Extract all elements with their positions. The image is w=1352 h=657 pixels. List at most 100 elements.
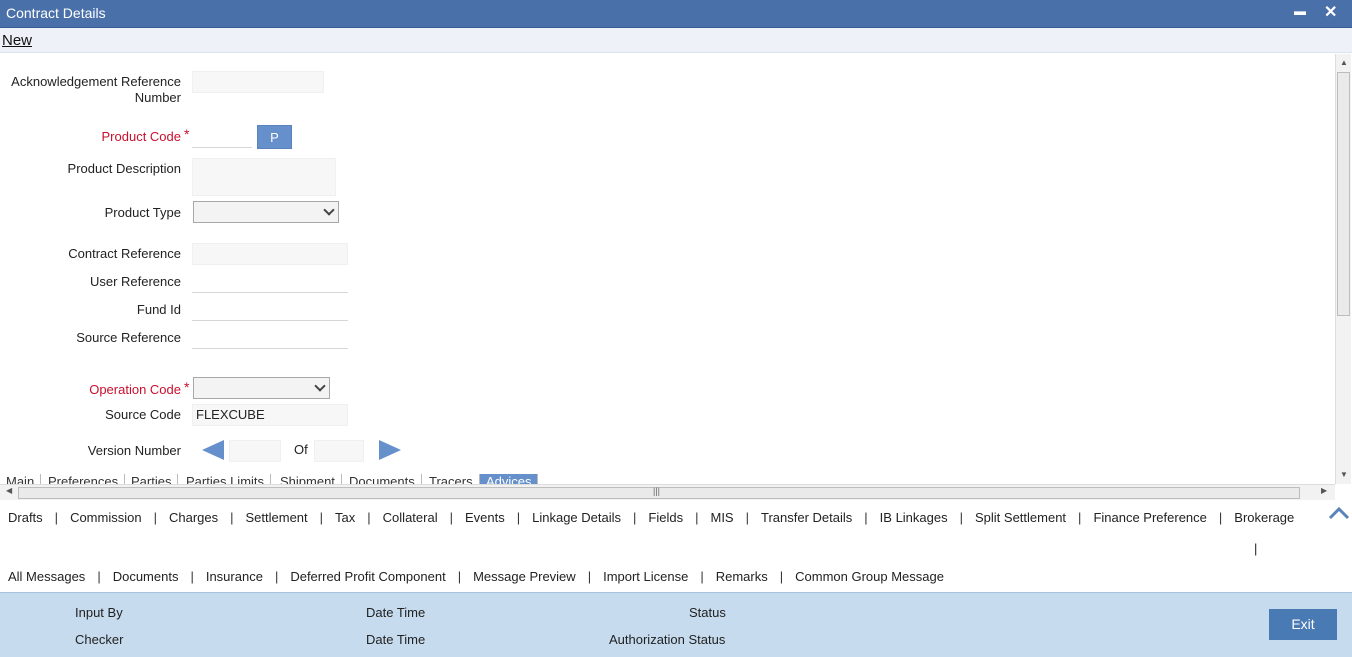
subscreen-link-brokerage[interactable]: Brokerage [1234, 510, 1294, 525]
subscreen-link-commission[interactable]: Commission [70, 510, 142, 525]
subscreen-link-events[interactable]: Events [465, 510, 505, 525]
ack-ref-label-line1: Acknowledgement Reference [11, 74, 181, 89]
window-title: Contract Details [6, 5, 106, 21]
subscreen-link-common-group-message[interactable]: Common Group Message [795, 569, 944, 584]
new-link[interactable]: New [2, 32, 32, 49]
minimize-icon[interactable]: ▬ [1294, 4, 1306, 18]
previous-version-icon[interactable] [202, 440, 224, 460]
subscreen-link-linkage-details[interactable]: Linkage Details [532, 510, 621, 525]
subscreen-link-finance-preference[interactable]: Finance Preference [1093, 510, 1206, 525]
required-marker: * [184, 379, 190, 395]
link-separator: | [457, 569, 462, 584]
exit-button[interactable]: Exit [1269, 609, 1337, 640]
ack-ref-label: Acknowledgement Reference Number [1, 74, 181, 106]
date-time-label-1: Date Time [366, 605, 426, 620]
subscreen-link-all-messages[interactable]: All Messages [8, 569, 85, 584]
link-separator: | [230, 510, 234, 525]
grip-icon: ||| [653, 486, 661, 496]
link-separator: | [367, 510, 371, 525]
subscreen-link-transfer-details[interactable]: Transfer Details [761, 510, 852, 525]
close-icon[interactable]: ✕ [1324, 2, 1337, 22]
link-separator: | [633, 510, 637, 525]
link-separator: | [319, 510, 324, 525]
link-separator: | [745, 510, 749, 525]
subscreen-link-tax[interactable]: Tax [335, 510, 355, 525]
product-type-select[interactable] [193, 201, 339, 223]
subscreen-link-mis[interactable]: MIS [710, 510, 733, 525]
window-titlebar: Contract Details ▬ ✕ [0, 0, 1352, 28]
status-label: Status [689, 605, 726, 620]
ack-ref-field[interactable] [192, 71, 324, 93]
subscreen-link-settlement[interactable]: Settlement [246, 510, 308, 525]
subscreen-link-insurance[interactable]: Insurance [206, 569, 263, 584]
product-description-label: Product Description [67, 161, 181, 176]
source-reference-input[interactable] [192, 327, 348, 349]
subscreen-link-message-preview[interactable]: Message Preview [473, 569, 576, 584]
version-current-field [229, 440, 281, 462]
next-version-icon[interactable] [379, 440, 401, 460]
link-separator: | [959, 510, 963, 525]
subscreen-link-remarks[interactable]: Remarks [716, 569, 768, 584]
vertical-scroll-thumb[interactable] [1337, 72, 1350, 316]
subscreen-links-row-2: All Messages | Documents | Insurance | Deferre… [8, 569, 1352, 584]
link-separator: | [587, 569, 592, 584]
chevron-up-icon[interactable] [1328, 506, 1350, 520]
subscreen-link-deferred-profit-component[interactable]: Deferred Profit Component [290, 569, 445, 584]
link-separator: | [97, 569, 101, 584]
link-separator: | [779, 569, 784, 584]
horizontal-scrollbar[interactable]: ◀ ||| ▶ [0, 484, 1335, 500]
user-reference-input[interactable] [192, 271, 348, 293]
vertical-scrollbar[interactable]: ▲ ▼ [1335, 54, 1351, 484]
action-bar: New [0, 28, 1352, 53]
input-by-label: Input By [75, 605, 123, 620]
subscreen-link-documents[interactable]: Documents [113, 569, 179, 584]
subscreen-links-row-1: Drafts | Commission | Charges | Settlement | Tax… [8, 510, 1352, 525]
contract-form: Acknowledgement Reference Number Product… [0, 54, 1336, 484]
link-separator: | [516, 510, 521, 525]
link-separator: | [695, 510, 699, 525]
horizontal-scroll-thumb[interactable]: ||| [18, 486, 1300, 499]
subscreen-link-drafts[interactable]: Drafts [8, 510, 43, 525]
source-code-label: Source Code [105, 407, 181, 422]
scroll-down-icon[interactable]: ▼ [1340, 470, 1348, 479]
operation-code-label: Operation Code [89, 382, 181, 397]
user-reference-label: User Reference [89, 274, 181, 289]
source-reference-label: Source Reference [76, 330, 181, 345]
version-of-label: Of [294, 442, 308, 457]
fund-id-label: Fund Id [136, 302, 181, 317]
contract-reference-field[interactable] [192, 243, 348, 265]
link-separator: | [190, 569, 194, 584]
authorization-status-label: Authorization Status [609, 632, 726, 647]
checker-label: Checker [75, 632, 124, 647]
subscreen-link-collateral[interactable]: Collateral [383, 510, 438, 525]
chevron-down-icon [323, 204, 335, 216]
scroll-right-icon[interactable]: ▶ [1321, 486, 1327, 495]
source-code-field: FLEXCUBE [192, 404, 348, 426]
link-separator: | [1218, 510, 1223, 525]
link-separator: | [153, 510, 157, 525]
link-separator: | [1078, 510, 1082, 525]
links-row1-trailing-separator: | [1254, 541, 1258, 556]
chevron-down-icon [314, 380, 326, 392]
product-lookup-button[interactable]: P [257, 125, 292, 149]
product-type-label: Product Type [104, 205, 181, 220]
product-description-field[interactable] [192, 158, 336, 196]
link-separator: | [449, 510, 453, 525]
version-total-field [314, 440, 364, 462]
audit-footer: Input By Date Time Status Checker Date T… [0, 592, 1352, 657]
subscreen-link-import-license[interactable]: Import License [603, 569, 688, 584]
subscreen-link-split-settlement[interactable]: Split Settlement [975, 510, 1066, 525]
scroll-up-icon[interactable]: ▲ [1340, 58, 1348, 67]
fund-id-input[interactable] [192, 299, 348, 321]
product-code-input[interactable] [192, 126, 252, 148]
subscreen-link-charges[interactable]: Charges [169, 510, 218, 525]
link-separator: | [54, 510, 59, 525]
subscreen-link-fields[interactable]: Fields [648, 510, 683, 525]
scroll-left-icon[interactable]: ◀ [6, 486, 12, 495]
ack-ref-label-line2: Number [134, 90, 181, 105]
operation-code-select[interactable] [193, 377, 330, 399]
subscreen-link-ib-linkages[interactable]: IB Linkages [880, 510, 948, 525]
contract-reference-label: Contract Reference [68, 246, 181, 261]
required-marker: * [184, 126, 190, 142]
link-separator: | [274, 569, 279, 584]
